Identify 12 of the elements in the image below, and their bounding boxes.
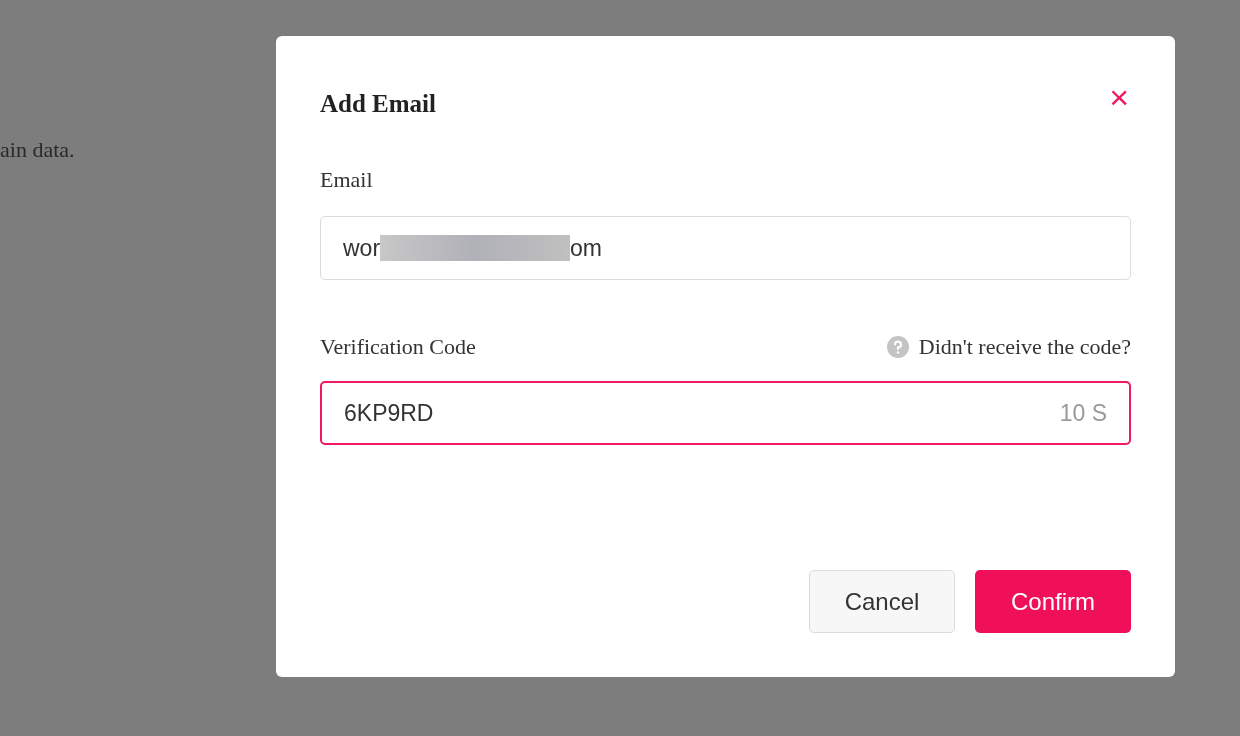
email-label: Email (320, 166, 374, 194)
email-field[interactable]: wor om (320, 216, 1131, 280)
confirm-button[interactable]: Confirm (975, 570, 1131, 633)
code-label: Verification Code (320, 333, 476, 361)
background-text: ain data. (0, 136, 75, 164)
code-field[interactable]: 6KP9RD 10 S (320, 381, 1131, 445)
dialog-title: Add Email (320, 89, 436, 119)
cancel-button[interactable]: Cancel (809, 570, 955, 633)
close-button[interactable]: × (1109, 80, 1129, 114)
countdown: 10 S (1059, 398, 1107, 428)
resend-help-link[interactable]: Didn't receive the code? (918, 330, 1131, 363)
help-icon (886, 335, 909, 358)
